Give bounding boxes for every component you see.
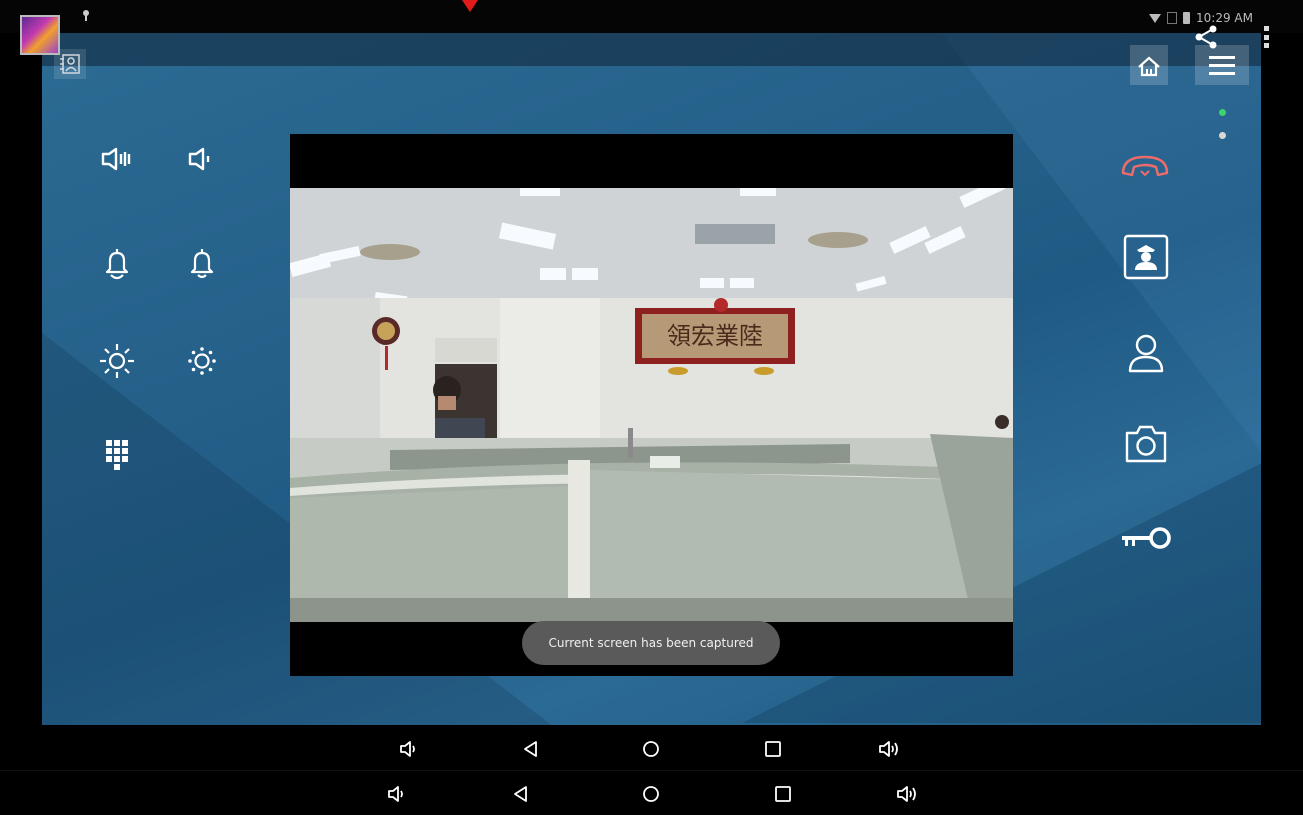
share-button[interactable] — [1192, 24, 1222, 50]
brightness-up-button[interactable] — [97, 341, 137, 381]
call-guard-button[interactable] — [1122, 233, 1170, 281]
recents-icon — [765, 741, 781, 757]
home-icon — [1138, 56, 1160, 77]
brightness-down-icon — [188, 347, 216, 375]
ringer-up-icon — [105, 249, 129, 280]
recents-icon — [775, 786, 791, 802]
contact-icon — [1128, 334, 1164, 373]
hang-up-icon — [1121, 155, 1169, 177]
page-indicator-inactive[interactable] — [1219, 132, 1226, 139]
back-icon — [514, 786, 527, 802]
screenshot-thumbnail[interactable] — [20, 15, 60, 55]
page-indicator-active[interactable] — [1219, 109, 1226, 116]
volume-up-icon — [879, 741, 898, 757]
more-options-button[interactable] — [1264, 26, 1270, 48]
sys-back-button[interactable] — [510, 783, 532, 805]
sys-volume-up-button[interactable] — [896, 783, 918, 805]
battery-icon — [1183, 12, 1191, 24]
sys-recents-button[interactable] — [772, 783, 794, 805]
keypad-icon — [106, 440, 128, 470]
hang-up-button[interactable] — [1117, 145, 1173, 185]
menu-icon — [1209, 56, 1235, 59]
app-top-bar — [42, 33, 1261, 66]
status-bar: 10:29 AM — [0, 0, 1303, 33]
home-button[interactable] — [1130, 45, 1168, 85]
sys-volume-down-button[interactable] — [386, 783, 408, 805]
keypad-button[interactable] — [97, 435, 137, 475]
video-frame: 領宏業陸 — [290, 134, 1013, 676]
volume-up-button[interactable] — [97, 139, 137, 179]
ringer-down-icon — [190, 249, 214, 279]
system-navigation-bar — [0, 770, 1303, 815]
sim-icon — [1167, 12, 1178, 24]
ringer-up-button[interactable] — [97, 243, 137, 283]
volume-down-icon — [188, 147, 210, 171]
nav-volume-down-button[interactable] — [398, 738, 420, 760]
app-navigation-bar — [0, 726, 1303, 770]
brightness-down-button[interactable] — [182, 341, 222, 381]
pointer-arrow-icon — [462, 0, 478, 12]
contact-button[interactable] — [1122, 329, 1170, 377]
office-scene-image: 領宏業陸 — [290, 188, 1013, 622]
wall-sign-text: 領宏業陸 — [667, 322, 763, 350]
capture-toast: Current screen has been captured — [522, 621, 780, 665]
nav-volume-up-button[interactable] — [878, 738, 900, 760]
location-pin-icon — [83, 10, 89, 21]
nav-home-button[interactable] — [640, 738, 662, 760]
intercom-app: 領宏業陸 Current screen has been captured — [42, 33, 1261, 725]
brightness-up-icon — [100, 344, 134, 378]
wifi-icon — [1149, 13, 1162, 23]
volume-down-icon — [400, 741, 415, 757]
sys-home-button[interactable] — [640, 783, 662, 805]
nav-back-button[interactable] — [520, 738, 542, 760]
volume-down-button[interactable] — [182, 139, 222, 179]
back-icon — [524, 741, 537, 757]
menu-button[interactable] — [1195, 45, 1249, 85]
home-icon — [643, 741, 659, 757]
camera-feed: 領宏業陸 — [290, 188, 1013, 622]
unlock-key-icon — [1122, 527, 1171, 549]
volume-up-icon — [101, 147, 131, 171]
share-icon — [1195, 25, 1217, 49]
nav-recents-button[interactable] — [762, 738, 784, 760]
camera-icon — [1125, 425, 1167, 463]
volume-up-icon — [897, 786, 916, 802]
ringer-down-button[interactable] — [182, 243, 222, 283]
volume-down-icon — [388, 786, 403, 802]
guard-icon — [1123, 234, 1169, 280]
status-time: 10:29 AM — [1196, 11, 1253, 25]
home-icon — [643, 786, 659, 802]
capture-button[interactable] — [1122, 419, 1170, 467]
unlock-button[interactable] — [1118, 519, 1174, 559]
more-icon — [1264, 26, 1269, 31]
